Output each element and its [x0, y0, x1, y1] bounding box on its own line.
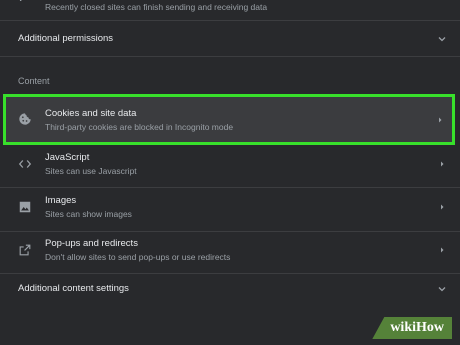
popups-redirects-row[interactable]: Pop-ups and redirects Don't allow sites … — [0, 232, 460, 274]
additional-content-settings-label: Additional content settings — [18, 283, 129, 294]
images-row[interactable]: Images Sites can show images — [0, 188, 460, 231]
javascript-subtitle: Sites can use Javascript — [45, 166, 137, 176]
chevron-right-icon — [438, 246, 446, 254]
images-title: Images — [45, 195, 77, 206]
code-icon — [18, 157, 32, 171]
chevron-down-icon — [438, 285, 446, 293]
popup-icon — [18, 243, 32, 257]
cookie-icon — [18, 112, 32, 126]
cookies-title: Cookies and site data — [45, 108, 137, 119]
background-sync-subtitle: Recently closed sites can finish sending… — [45, 2, 268, 12]
popups-title: Pop-ups and redirects — [45, 238, 138, 249]
chevron-down-icon — [438, 35, 446, 43]
image-icon — [18, 200, 32, 214]
javascript-row[interactable]: JavaScript Sites can use Javascript — [0, 146, 460, 188]
background-sync-row[interactable]: Recently closed sites can finish sending… — [0, 0, 460, 20]
additional-permissions-label: Additional permissions — [18, 33, 114, 44]
popups-subtitle: Don't allow sites to send pop-ups or use… — [45, 252, 231, 262]
watermark-wiki: wiki — [390, 320, 416, 335]
settings-panel: Recently closed sites can finish sending… — [0, 0, 460, 345]
images-subtitle: Sites can show images — [45, 209, 132, 219]
additional-permissions-row[interactable]: Additional permissions — [0, 21, 460, 55]
wikihow-watermark-logo: wiki How — [372, 317, 452, 339]
cookies-subtitle: Third-party cookies are blocked in Incog… — [45, 122, 234, 132]
content-section-heading: Content — [18, 76, 50, 86]
chevron-right-icon — [436, 116, 444, 124]
additional-content-settings-row[interactable]: Additional content settings — [0, 274, 460, 304]
watermark-how: How — [416, 320, 444, 335]
sync-icon — [18, 0, 32, 8]
chevron-right-icon — [438, 203, 446, 211]
cookies-and-site-data-row[interactable]: Cookies and site data Third-party cookie… — [0, 96, 460, 143]
chevron-right-icon — [438, 160, 446, 168]
javascript-title: JavaScript — [45, 152, 90, 163]
divider — [0, 56, 460, 57]
